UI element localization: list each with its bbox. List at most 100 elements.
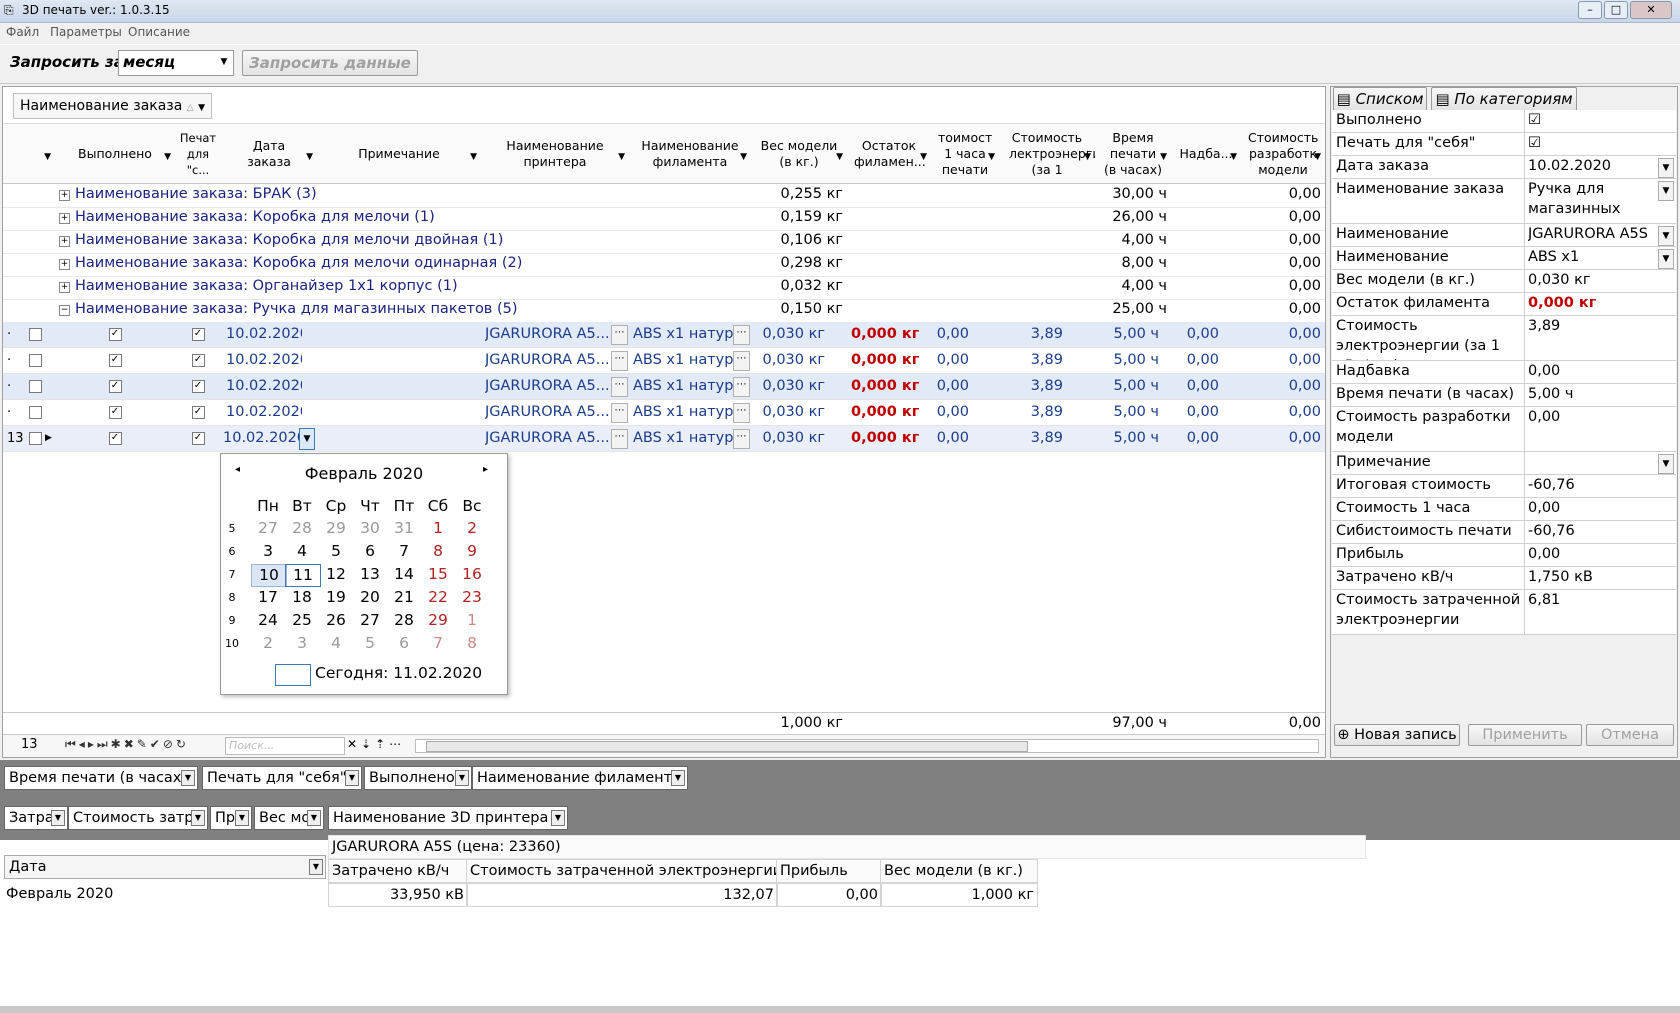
calendar-day[interactable]: 1 <box>421 518 455 539</box>
markup-cell[interactable]: 0,00 <box>1171 426 1219 451</box>
search-nav-icon[interactable]: ✕⇣⇡⋯ <box>347 737 405 751</box>
filament-lookup-button[interactable]: ⋯ <box>733 351 750 371</box>
dev-cost-cell[interactable]: 0,00 <box>1241 322 1321 347</box>
chevron-down-icon[interactable]: ▼ <box>1658 249 1674 269</box>
row-select-checkbox[interactable] <box>29 400 45 425</box>
chevron-down-icon[interactable]: ▼ <box>1658 454 1674 474</box>
calendar-day[interactable]: 8 <box>421 541 455 562</box>
filament-cell[interactable]: ABS x1 натур... <box>633 322 733 347</box>
header-printer[interactable]: Наименование принтера ▼ <box>481 125 630 184</box>
printer-cell[interactable]: JGARURORA A5... <box>485 374 609 399</box>
printer-cell[interactable]: JGARURORA A5... <box>485 400 609 425</box>
data-field-weight[interactable]: Вес мо ▼ <box>254 806 324 830</box>
menu-params[interactable]: Параметры <box>50 25 122 39</box>
filament-lookup-button[interactable]: ⋯ <box>733 429 750 449</box>
calendar-day[interactable]: 18 <box>285 587 319 608</box>
property-value[interactable]: 10.02.2020 <box>1528 156 1668 176</box>
calendar-day[interactable]: 2 <box>455 518 489 539</box>
print-time-cell[interactable]: 5,00 ч <box>1095 348 1159 373</box>
filament-cell[interactable]: ABS x1 натур... <box>633 348 733 373</box>
chevron-down-icon[interactable]: ▼ <box>1658 181 1674 201</box>
filter-done[interactable]: Выполнено ▼ <box>364 766 472 790</box>
period-select[interactable]: месяц ▼ <box>118 50 234 76</box>
cancel-button[interactable]: Отмена <box>1586 724 1674 746</box>
calendar-day[interactable]: 19 <box>319 587 353 608</box>
calendar-day[interactable]: 23 <box>455 587 489 608</box>
calendar-day[interactable]: 25 <box>285 610 319 631</box>
print-time-cell[interactable]: 5,00 ч <box>1095 426 1159 451</box>
filament-cell[interactable]: ABS x1 натур... <box>633 374 733 399</box>
calendar-day[interactable]: 4 <box>285 541 319 562</box>
row-select-checkbox[interactable] <box>29 322 45 347</box>
calendar-day[interactable]: 28 <box>387 610 421 631</box>
calendar-day[interactable]: 28 <box>285 518 319 539</box>
chevron-down-icon[interactable]: ▼ <box>1658 158 1674 178</box>
printer-cell[interactable]: JGARURORA A5... <box>485 426 609 451</box>
weight-cell[interactable]: 0,030 кг <box>751 348 826 373</box>
header-markup[interactable]: Надба... ▼ <box>1171 125 1242 184</box>
calendar-day[interactable]: 9 <box>455 541 489 562</box>
calendar-day[interactable]: 4 <box>319 633 353 654</box>
dev-cost-cell[interactable]: 0,00 <box>1241 400 1321 425</box>
weight-cell[interactable]: 0,030 кг <box>751 374 826 399</box>
done-checkbox[interactable]: ✓ <box>55 348 175 373</box>
today-marker[interactable] <box>275 664 311 686</box>
markup-cell[interactable]: 0,00 <box>1171 348 1219 373</box>
property-value[interactable]: ☑ <box>1528 133 1668 153</box>
calendar-day[interactable]: 24 <box>251 610 285 631</box>
property-row[interactable]: Стоимость разработки модели 0,00 <box>1332 407 1676 452</box>
table-row[interactable]: · ✓ ✓ 10.02.2020 JGARURORA A5... ⋯ ABS x… <box>3 374 1325 400</box>
header-done[interactable]: Выполнено ▼ <box>55 125 176 184</box>
markup-cell[interactable]: 0,00 <box>1171 400 1219 425</box>
property-value[interactable]: 0,00 <box>1528 361 1668 381</box>
print-time-cell[interactable]: 5,00 ч <box>1095 400 1159 425</box>
property-value[interactable]: ☑ <box>1528 110 1668 130</box>
header-filament[interactable]: Наименование филамента ▼ <box>629 125 752 184</box>
calendar-day[interactable]: 12 <box>319 564 353 585</box>
calendar-day[interactable]: 1 <box>455 610 489 631</box>
filament-cell[interactable]: ABS x1 натур... <box>633 426 733 451</box>
data-field-elec-cost[interactable]: Стоимость затра ▼ <box>68 806 208 830</box>
elec-cost-cell[interactable]: 3,89 <box>999 426 1063 451</box>
note-cell[interactable] <box>317 322 481 347</box>
maximize-button[interactable]: □ <box>1604 1 1628 19</box>
note-cell[interactable] <box>317 400 481 425</box>
property-value[interactable]: 0,00 <box>1528 407 1668 427</box>
elec-cost-cell[interactable]: 3,89 <box>999 322 1063 347</box>
property-row[interactable]: Вес модели (в кг.) 0,030 кг <box>1332 270 1676 293</box>
header-weight[interactable]: Вес модели (в кг.) ▼ <box>751 125 848 184</box>
calendar-day[interactable]: 14 <box>387 564 421 585</box>
calendar-day[interactable]: 7 <box>421 633 455 654</box>
column-field-printer[interactable]: Наименование 3D принтера ▼ <box>328 806 568 830</box>
property-row[interactable]: Выполнено ☑ <box>1332 110 1676 133</box>
weight-cell[interactable]: 0,030 кг <box>751 400 826 425</box>
print-time-cell[interactable]: 5,00 ч <box>1095 374 1159 399</box>
calendar-day[interactable]: 3 <box>251 541 285 562</box>
calendar-day[interactable]: 20 <box>353 587 387 608</box>
expand-icon[interactable]: + <box>59 282 70 293</box>
apply-button[interactable]: Применить <box>1468 724 1582 746</box>
data-field-profit[interactable]: Пр ▼ <box>210 806 252 830</box>
property-row[interactable]: Остаток филамента 0,000 кг <box>1332 293 1676 316</box>
property-row[interactable]: Примечание ▼ <box>1332 452 1676 475</box>
property-row[interactable]: Надбавка 0,00 <box>1332 361 1676 384</box>
calendar-day[interactable]: 7 <box>387 541 421 562</box>
filament-lookup-button[interactable]: ⋯ <box>733 403 750 423</box>
printer-lookup-button[interactable]: ⋯ <box>611 377 628 397</box>
property-value[interactable]: 0,030 кг <box>1528 270 1668 290</box>
header-order-date[interactable]: Дата заказа ▼ <box>221 125 318 184</box>
property-row[interactable]: Наименование принтера JGARURORA A5S ▼ <box>1332 224 1676 247</box>
printer-cell[interactable]: JGARURORA A5... <box>485 348 609 373</box>
property-value[interactable]: 6,81 <box>1528 590 1668 610</box>
calendar-day[interactable]: 10 <box>251 564 287 587</box>
self-print-checkbox[interactable]: ✓ <box>175 374 221 399</box>
calendar-day[interactable]: 29 <box>421 610 455 631</box>
done-checkbox[interactable]: ✓ <box>55 374 175 399</box>
property-value[interactable]: -60,76 <box>1528 521 1668 541</box>
property-row[interactable]: Время печати (в часах) 5,00 ч <box>1332 384 1676 407</box>
property-row[interactable]: Итоговая стоимость -60,76 <box>1332 475 1676 498</box>
property-value[interactable]: JGARURORA A5S <box>1528 224 1668 244</box>
self-print-checkbox[interactable]: ✓ <box>175 322 221 347</box>
self-print-checkbox[interactable]: ✓ <box>175 426 221 451</box>
calendar-day[interactable]: 5 <box>319 541 353 562</box>
